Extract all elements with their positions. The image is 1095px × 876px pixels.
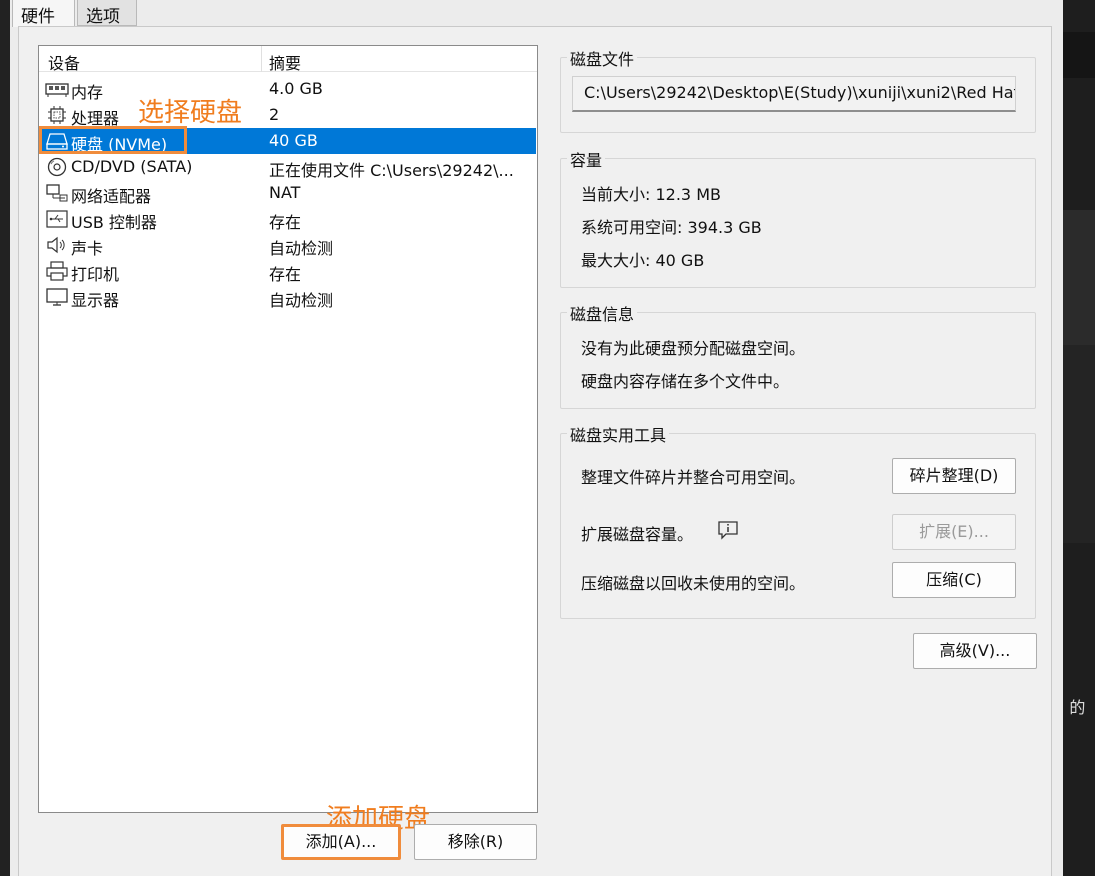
disk-info-title: 磁盘信息	[567, 301, 638, 325]
current-size-text: 当前大小: 12.3 MB	[581, 185, 721, 204]
info-icon[interactable]	[717, 520, 739, 540]
device-row-cd-dvd[interactable]: CD/DVD (SATA) 正在使用文件 C:\Users\29242\...	[40, 154, 536, 180]
vm-settings-dialog: 硬件 选项 设备 摘要 内存 4.0 GB 处理器 2 硬盘 (NVMe) 40…	[10, 0, 1063, 876]
column-header-device[interactable]: 设备	[48, 50, 80, 74]
device-row-memory[interactable]: 内存 4.0 GB	[40, 76, 536, 102]
capacity-title: 容量	[567, 147, 606, 171]
max-size-text: 最大大小: 40 GB	[581, 251, 705, 270]
disk-file-title: 磁盘文件	[567, 46, 638, 70]
defrag-description: 整理文件碎片并整合可用空间。	[581, 468, 806, 487]
device-name: 内存	[71, 83, 104, 102]
annotation-select-disk: 选择硬盘	[138, 98, 243, 128]
device-summary: 40 GB	[269, 131, 318, 150]
device-row-sound-card[interactable]: 声卡 自动检测	[40, 232, 536, 258]
advanced-button[interactable]: 高级(V)...	[913, 633, 1037, 669]
device-list-header: 设备 摘要	[39, 46, 537, 74]
disk-info-line: 硬盘内容存储在多个文件中。	[581, 372, 790, 391]
compact-description: 压缩磁盘以回收未使用的空间。	[581, 574, 806, 593]
background-strip	[1063, 345, 1095, 543]
device-summary: 自动检测	[269, 239, 334, 258]
device-name: 网络适配器	[71, 187, 152, 206]
device-summary: 存在	[269, 265, 302, 284]
annotation-highlight-hard-disk	[39, 126, 187, 154]
column-header-summary[interactable]: 摘要	[269, 50, 301, 74]
device-summary: NAT	[269, 183, 301, 202]
device-summary: 2	[269, 105, 280, 124]
add-button[interactable]: 添加(A)...	[281, 824, 401, 860]
device-summary: 正在使用文件 C:\Users\29242\...	[269, 161, 514, 180]
disk-file-path-field[interactable]: C:\Users\29242\Desktop\E(Study)\xuniji\x…	[572, 76, 1016, 112]
memory-icon	[45, 83, 69, 97]
sound-card-icon	[47, 236, 65, 254]
background-strip	[1063, 32, 1095, 78]
background-strip	[1063, 210, 1095, 345]
device-name: CD/DVD (SATA)	[71, 157, 193, 176]
remove-button[interactable]: 移除(R)	[414, 824, 537, 860]
background-left	[0, 0, 10, 876]
expand-button[interactable]: 扩展(E)...	[892, 514, 1016, 550]
tab-hardware[interactable]: 硬件	[12, 0, 75, 27]
device-row-printer[interactable]: 打印机 存在	[40, 258, 536, 284]
network-adapter-icon	[46, 184, 68, 202]
column-divider[interactable]	[261, 46, 262, 72]
disk-utilities-title: 磁盘实用工具	[567, 422, 670, 446]
disk-info-group: 磁盘信息 没有为此硬盘预分配磁盘空间。 硬盘内容存储在多个文件中。	[560, 301, 1036, 409]
defragment-button[interactable]: 碎片整理(D)	[892, 458, 1016, 494]
device-summary: 4.0 GB	[269, 79, 323, 98]
cd-dvd-icon	[47, 157, 67, 177]
device-list[interactable]: 设备 摘要 内存 4.0 GB 处理器 2 硬盘 (NVMe) 40 GB CD…	[38, 45, 538, 834]
display-icon	[46, 288, 68, 306]
printer-icon	[46, 261, 68, 281]
device-summary: 存在	[269, 213, 302, 232]
disk-info-line: 没有为此硬盘预分配磁盘空间。	[581, 339, 806, 358]
disk-utilities-group: 磁盘实用工具 整理文件碎片并整合可用空间。 碎片整理(D) 扩展磁盘容量。 扩展…	[560, 422, 1036, 619]
disk-file-group: 磁盘文件 C:\Users\29242\Desktop\E(Study)\xun…	[560, 46, 1036, 133]
compact-button[interactable]: 压缩(C)	[892, 562, 1016, 598]
system-free-space-text: 系统可用空间: 394.3 GB	[581, 218, 762, 237]
hardware-panel: 设备 摘要 内存 4.0 GB 处理器 2 硬盘 (NVMe) 40 GB CD…	[18, 26, 1052, 876]
device-row-processor[interactable]: 处理器 2	[40, 102, 536, 128]
device-summary: 自动检测	[269, 291, 334, 310]
usb-icon	[46, 210, 68, 228]
device-name: USB 控制器	[71, 213, 157, 232]
expand-description: 扩展磁盘容量。	[581, 525, 694, 544]
capacity-group: 容量 当前大小: 12.3 MB 系统可用空间: 394.3 GB 最大大小: …	[560, 147, 1036, 288]
device-name: 声卡	[71, 239, 104, 258]
device-row-network-adapter[interactable]: 网络适配器 NAT	[40, 180, 536, 206]
tab-options[interactable]: 选项	[77, 0, 137, 27]
processor-icon	[48, 106, 66, 124]
device-name: 打印机	[71, 265, 120, 284]
device-row-display[interactable]: 显示器 自动检测	[40, 284, 536, 310]
device-name: 显示器	[71, 291, 120, 310]
device-row-usb-controller[interactable]: USB 控制器 存在	[40, 206, 536, 232]
